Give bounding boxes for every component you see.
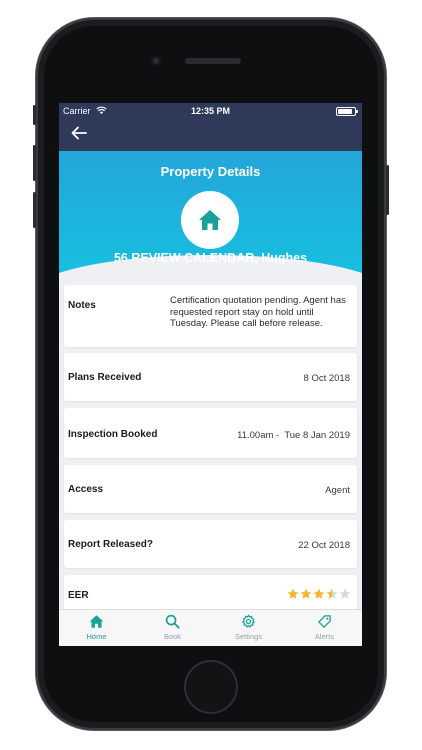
volume-up-button <box>33 145 36 181</box>
mute-switch <box>33 105 36 125</box>
inspection-booked-card: Inspection Booked 11.00am - Tue 8 Jan 20… <box>64 408 357 458</box>
status-bar: Carrier 12:35 PM <box>59 103 362 120</box>
earpiece-speaker <box>185 58 241 64</box>
arrow-left-icon <box>71 126 87 140</box>
property-header: Property Details 56 REVIEW CALENDAR, Hug… <box>59 151 362 295</box>
battery-icon <box>336 107 358 116</box>
eer-label: EER <box>68 590 89 601</box>
access-value: Agent <box>325 485 350 496</box>
notes-card: Notes Certification quotation pending. A… <box>64 285 357 347</box>
tab-book-label: Book <box>163 632 182 641</box>
search-icon <box>165 614 180 629</box>
tab-alerts[interactable]: Alerts <box>287 610 362 646</box>
inspection-booked-label: Inspection Booked <box>68 429 158 440</box>
plans-received-label: Plans Received <box>68 372 142 383</box>
power-button <box>386 165 389 215</box>
access-card: Access Agent <box>64 465 357 513</box>
report-released-card: Report Released? 22 Oct 2018 <box>64 520 357 568</box>
star-icon <box>313 588 325 599</box>
home-hardware-button[interactable] <box>186 662 236 712</box>
star-icon <box>287 588 299 599</box>
app-screen: Carrier 12:35 PM Property Details 56 REV… <box>59 103 362 646</box>
navigation-bar <box>59 120 362 151</box>
home-icon <box>199 210 221 230</box>
tag-icon <box>318 615 331 628</box>
report-released-value: 22 Oct 2018 <box>298 540 350 551</box>
tab-home[interactable]: Home <box>59 610 134 646</box>
property-icon-badge <box>181 191 239 249</box>
battery-level <box>338 109 353 114</box>
front-camera <box>151 56 161 66</box>
inspection-booked-value: 11.00am - Tue 8 Jan 2019 <box>237 430 350 441</box>
plans-received-card: Plans Received 8 Oct 2018 <box>64 353 357 401</box>
status-time: 12:35 PM <box>190 106 231 116</box>
page-title: Property Details <box>160 164 261 179</box>
home-icon <box>89 615 104 628</box>
access-label: Access <box>68 484 104 495</box>
tab-alerts-label: Alerts <box>314 632 335 641</box>
property-address: 56 REVIEW CALENDAR, Hughes <box>113 251 308 265</box>
plans-received-value: 8 Oct 2018 <box>303 373 350 384</box>
star-icon <box>326 588 338 599</box>
tab-settings[interactable]: Settings <box>211 610 286 646</box>
tab-home-label: Home <box>86 632 107 641</box>
star-icon <box>339 588 351 599</box>
tab-settings-label: Settings <box>234 632 263 641</box>
notes-value: Certification quotation pending. Agent h… <box>170 295 346 329</box>
tab-bar: Home Book Settings Alerts <box>59 609 362 646</box>
report-released-label: Report Released? <box>68 539 154 550</box>
volume-down-button <box>33 192 36 228</box>
tab-book[interactable]: Book <box>135 610 210 646</box>
back-button[interactable] <box>71 124 87 144</box>
eer-star-rating <box>287 588 351 600</box>
notes-label: Notes <box>68 300 96 311</box>
gear-icon <box>241 614 256 628</box>
star-icon <box>300 588 312 599</box>
